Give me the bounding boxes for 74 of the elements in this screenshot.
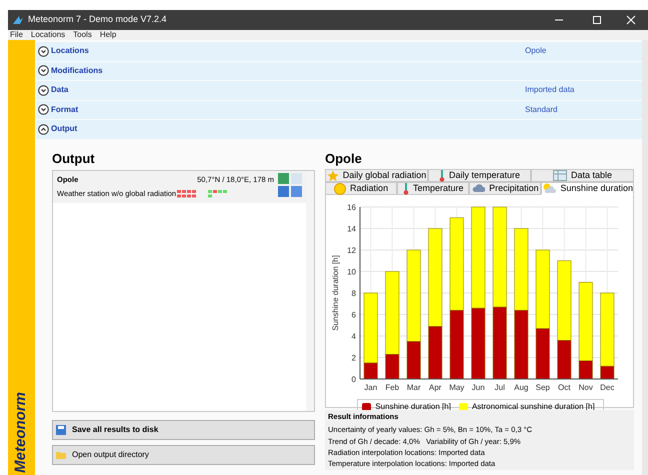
- x-tick-label: Mar: [406, 383, 421, 392]
- expand-icon: [38, 46, 49, 57]
- cloud-icon: [472, 184, 486, 193]
- tab[interactable]: Daily global radiation: [325, 169, 428, 182]
- folder-icon: [56, 451, 66, 459]
- section-title: Output: [51, 123, 78, 136]
- expand-icon: [38, 65, 49, 76]
- expand-icon: [38, 84, 49, 96]
- y-axis-label: Sunshine duration [h]: [331, 255, 340, 331]
- x-tick-label: Jul: [494, 383, 505, 392]
- star-icon: [326, 170, 339, 182]
- section-title: Locations: [51, 45, 90, 58]
- x-tick-label: Sep: [536, 383, 550, 392]
- section-header[interactable]: Modifications: [36, 62, 642, 80]
- section-value: Opole: [525, 45, 546, 58]
- x-tick-label: Jan: [364, 383, 378, 392]
- app-logo-icon: [12, 15, 24, 25]
- thermometer-icon: [438, 170, 445, 182]
- x-tick-label: Dec: [600, 383, 614, 392]
- scrollbar[interactable]: [306, 171, 314, 411]
- tab[interactable]: Daily temperature: [428, 169, 531, 182]
- tab[interactable]: Data table: [531, 169, 634, 182]
- y-tick-label: 8: [352, 289, 356, 298]
- section-value: Imported data: [525, 84, 574, 96]
- panel-title: Output: [52, 150, 96, 168]
- tab[interactable]: Sunshine duration: [541, 182, 634, 195]
- tab[interactable]: Precipitation: [469, 182, 542, 195]
- tab[interactable]: Radiation: [325, 182, 398, 195]
- x-tick-label: Aug: [514, 383, 528, 392]
- y-tick-label: 10: [347, 268, 356, 276]
- collapse-icon: [38, 124, 49, 135]
- section-title: Modifications: [51, 64, 104, 77]
- bar: [471, 308, 486, 380]
- action-button[interactable]: Open output directory: [52, 445, 315, 465]
- y-tick-label: 4: [352, 332, 356, 341]
- sun-cloud-icon: [542, 183, 556, 194]
- section-header[interactable]: Locations Opole: [36, 42, 642, 60]
- section-header[interactable]: Output: [36, 120, 642, 138]
- data-availability-drawing: [177, 190, 230, 198]
- window-title: Meteonorm 7 - Demo mode V7.2.4: [28, 13, 168, 26]
- station-actions-icon[interactable]: [278, 173, 302, 197]
- y-tick-label: 16: [347, 203, 356, 212]
- x-tick-label: Jun: [472, 383, 485, 392]
- bar: [450, 310, 464, 380]
- thermometer-icon: [402, 182, 409, 194]
- expand-icon: [38, 104, 49, 116]
- table-icon: [552, 170, 567, 181]
- menu-item[interactable]: Tools: [73, 31, 92, 39]
- panel-title: Opole: [325, 150, 363, 168]
- section-header[interactable]: Format Standard: [36, 100, 642, 119]
- sun-icon: [334, 182, 346, 194]
- section-title: Data: [51, 84, 70, 96]
- y-tick-label: 12: [347, 246, 356, 255]
- menu-item[interactable]: Locations: [30, 31, 66, 39]
- menu-item[interactable]: File: [10, 31, 23, 39]
- x-tick-label: Oct: [558, 383, 570, 392]
- close-icon[interactable]: [626, 15, 636, 25]
- brand-label: Meteonorm: [11, 392, 30, 473]
- y-tick-label: 6: [352, 310, 356, 320]
- x-tick-label: Nov: [578, 383, 593, 392]
- y-tick-label: 0: [352, 375, 356, 384]
- section-header[interactable]: Data Imported data: [36, 81, 642, 100]
- action-button[interactable]: Save all results to disk: [52, 420, 315, 440]
- bar: [514, 310, 528, 380]
- maximize-icon[interactable]: [592, 15, 602, 25]
- section-title: Format: [51, 104, 80, 116]
- y-tick-label: 2: [352, 354, 356, 362]
- menu-item[interactable]: Help: [100, 31, 116, 39]
- x-tick-label: May: [449, 383, 464, 392]
- x-tick-label: Apr: [429, 383, 442, 392]
- tab[interactable]: Temperature: [397, 182, 470, 195]
- section-value: Standard: [525, 104, 558, 116]
- y-tick-label: 14: [347, 224, 356, 234]
- x-tick-label: Feb: [385, 383, 400, 392]
